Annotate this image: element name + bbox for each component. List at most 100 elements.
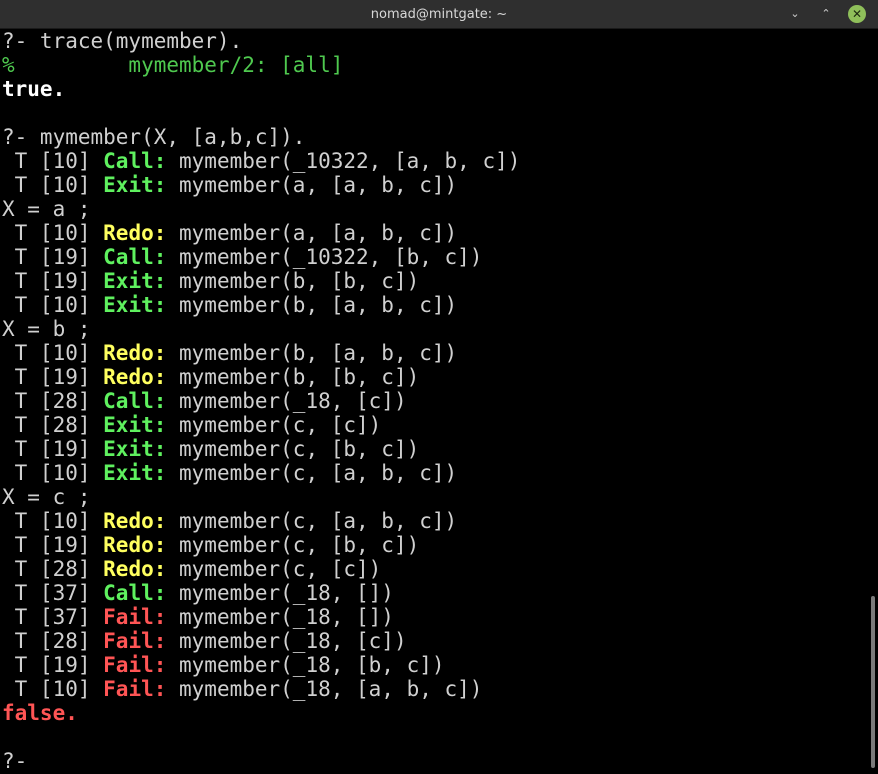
terminal-text-segment: mymember(b, [b, c]) — [166, 269, 420, 293]
terminal-text-segment: Exit: — [103, 461, 167, 485]
terminal-text-segment: Fail: — [103, 653, 167, 677]
terminal-text-segment: T [19] — [2, 365, 104, 389]
terminal-text-segment: mymember(_18, [c]) — [166, 389, 407, 413]
terminal-text-segment: mymember(c, [a, b, c]) — [166, 461, 458, 485]
terminal-line: T [10] Redo: mymember(c, [a, b, c]) — [2, 509, 868, 533]
terminal-line: true. — [2, 77, 868, 101]
terminal-line: T [19] Redo: mymember(b, [b, c]) — [2, 365, 868, 389]
terminal-text-segment: false. — [2, 701, 78, 725]
window-title: nomad@mintgate: ~ — [370, 7, 508, 22]
terminal-text-segment: Exit: — [103, 413, 167, 437]
terminal-text-segment: mymember(c, [b, c]) — [166, 533, 420, 557]
terminal-line: T [37] Fail: mymember(_18, []) — [2, 605, 868, 629]
terminal-line: X = c ; — [2, 485, 868, 509]
terminal-text-segment: T [19] — [2, 245, 104, 269]
terminal-line: T [10] Exit: mymember(b, [a, b, c]) — [2, 293, 868, 317]
terminal-line: T [10] Exit: mymember(a, [a, b, c]) — [2, 173, 868, 197]
terminal-text-segment: mymember(_18, [b, c]) — [166, 653, 445, 677]
terminal-line: T [28] Fail: mymember(_18, [c]) — [2, 629, 868, 653]
terminal-text-segment: mymember(c, [b, c]) — [166, 437, 420, 461]
terminal-line: T [28] Exit: mymember(c, [c]) — [2, 413, 868, 437]
terminal-text-segment: X = c ; — [2, 485, 91, 509]
terminal-text-segment: Redo: — [103, 221, 167, 245]
terminal-text-segment: T [10] — [2, 677, 104, 701]
scrollbar-thumb[interactable] — [871, 596, 875, 768]
terminal-text-segment: Fail: — [103, 629, 167, 653]
terminal-text-segment: Exit: — [103, 437, 167, 461]
terminal-text-segment: X = b ; — [2, 317, 91, 341]
terminal-text-segment: T [10] — [2, 221, 104, 245]
terminal-text-segment: Exit: — [103, 293, 167, 317]
terminal-text-segment: Fail: — [103, 677, 167, 701]
minimize-icon[interactable]: ⌄ — [786, 5, 804, 23]
terminal-window: nomad@mintgate: ~ ⌄ ⌃ ✕ ?- trace(mymembe… — [0, 0, 878, 774]
terminal-line: ?- mymember(X, [a,b,c]). — [2, 125, 868, 149]
terminal-text-segment: T [19] — [2, 653, 104, 677]
terminal-text-segment: T [28] — [2, 389, 104, 413]
terminal-text-segment: mymember(a, [a, b, c]) — [166, 221, 458, 245]
terminal-line: T [10] Call: mymember(_10322, [a, b, c]) — [2, 149, 868, 173]
terminal-text-segment: mymember(_18, []) — [166, 605, 394, 629]
terminal-text-segment: Redo: — [103, 533, 167, 557]
terminal-text-segment: mymember(b, [b, c]) — [166, 365, 420, 389]
titlebar[interactable]: nomad@mintgate: ~ ⌄ ⌃ ✕ — [0, 0, 878, 29]
terminal-text-segment: T [10] — [2, 293, 104, 317]
terminal-text-segment: mymember(c, [c]) — [166, 557, 382, 581]
terminal-line: % mymember/2: [all] — [2, 53, 868, 77]
terminal-text-segment: ?- mymember(X, [a,b,c]). — [2, 125, 306, 149]
terminal-text-segment: Redo: — [103, 365, 167, 389]
terminal-text-segment: % mymember/2: [all] — [2, 53, 344, 77]
terminal-text-segment: T [10] — [2, 461, 104, 485]
terminal-line: T [28] Redo: mymember(c, [c]) — [2, 557, 868, 581]
terminal-line: T [19] Redo: mymember(c, [b, c]) — [2, 533, 868, 557]
terminal-text-segment: Fail: — [103, 605, 167, 629]
terminal-text-segment: mymember(c, [a, b, c]) — [166, 509, 458, 533]
terminal-text-segment: Exit: — [103, 173, 167, 197]
terminal-line: ?- trace(mymember). — [2, 29, 868, 53]
terminal-text-segment: Redo: — [103, 509, 167, 533]
terminal-text-segment: mymember(a, [a, b, c]) — [166, 173, 458, 197]
terminal-text-segment: T [10] — [2, 149, 104, 173]
terminal-line: T [19] Exit: mymember(b, [b, c]) — [2, 269, 868, 293]
terminal-text-segment: T [10] — [2, 173, 104, 197]
maximize-icon[interactable]: ⌃ — [817, 5, 835, 23]
terminal-text-segment: ?- — [2, 749, 28, 773]
terminal-text-segment: T [19] — [2, 269, 104, 293]
terminal-text-segment: mymember(c, [c]) — [166, 413, 382, 437]
terminal-text-segment: X = a ; — [2, 197, 91, 221]
terminal-line: T [19] Fail: mymember(_18, [b, c]) — [2, 653, 868, 677]
terminal-text-segment: Redo: — [103, 557, 167, 581]
terminal-text-segment: Call: — [103, 245, 167, 269]
scrollbar[interactable] — [868, 29, 878, 774]
close-icon[interactable]: ✕ — [848, 5, 866, 23]
terminal-line: X = b ; — [2, 317, 868, 341]
terminal-line: T [10] Exit: mymember(c, [a, b, c]) — [2, 461, 868, 485]
terminal-text-segment: T [28] — [2, 629, 104, 653]
terminal-text-segment: T [10] — [2, 341, 104, 365]
terminal-text-segment: T [28] — [2, 557, 104, 581]
terminal-line: false. — [2, 701, 868, 725]
terminal-text-segment: T [10] — [2, 509, 104, 533]
terminal-text-segment: mymember(_18, []) — [166, 581, 394, 605]
terminal-output[interactable]: ?- trace(mymember).% mymember/2: [all] tr… — [0, 29, 868, 774]
terminal-text-segment: T [37] — [2, 581, 104, 605]
terminal-text-segment: Redo: — [103, 341, 167, 365]
terminal-line: T [10] Redo: mymember(a, [a, b, c]) — [2, 221, 868, 245]
terminal-text-segment: Exit: — [103, 269, 167, 293]
terminal-line: T [28] Call: mymember(_18, [c]) — [2, 389, 868, 413]
terminal-text-segment: Call: — [103, 149, 167, 173]
terminal-line: T [10] Fail: mymember(_18, [a, b, c]) — [2, 677, 868, 701]
terminal-line: T [19] Exit: mymember(c, [b, c]) — [2, 437, 868, 461]
terminal-text-segment: mymember(b, [a, b, c]) — [166, 293, 458, 317]
terminal-line: T [19] Call: mymember(_10322, [b, c]) — [2, 245, 868, 269]
terminal-text-segment: T [19] — [2, 533, 104, 557]
terminal-text-segment: T [28] — [2, 413, 104, 437]
terminal-text-segment: Call: — [103, 581, 167, 605]
terminal-text-segment: ?- trace(mymember). — [2, 29, 243, 53]
terminal-text-segment: mymember(_10322, [b, c]) — [166, 245, 483, 269]
terminal-text-segment: T [19] — [2, 437, 104, 461]
terminal-line: X = a ; — [2, 197, 868, 221]
terminal-line: T [37] Call: mymember(_18, []) — [2, 581, 868, 605]
terminal-text-segment: mymember(_10322, [a, b, c]) — [166, 149, 521, 173]
